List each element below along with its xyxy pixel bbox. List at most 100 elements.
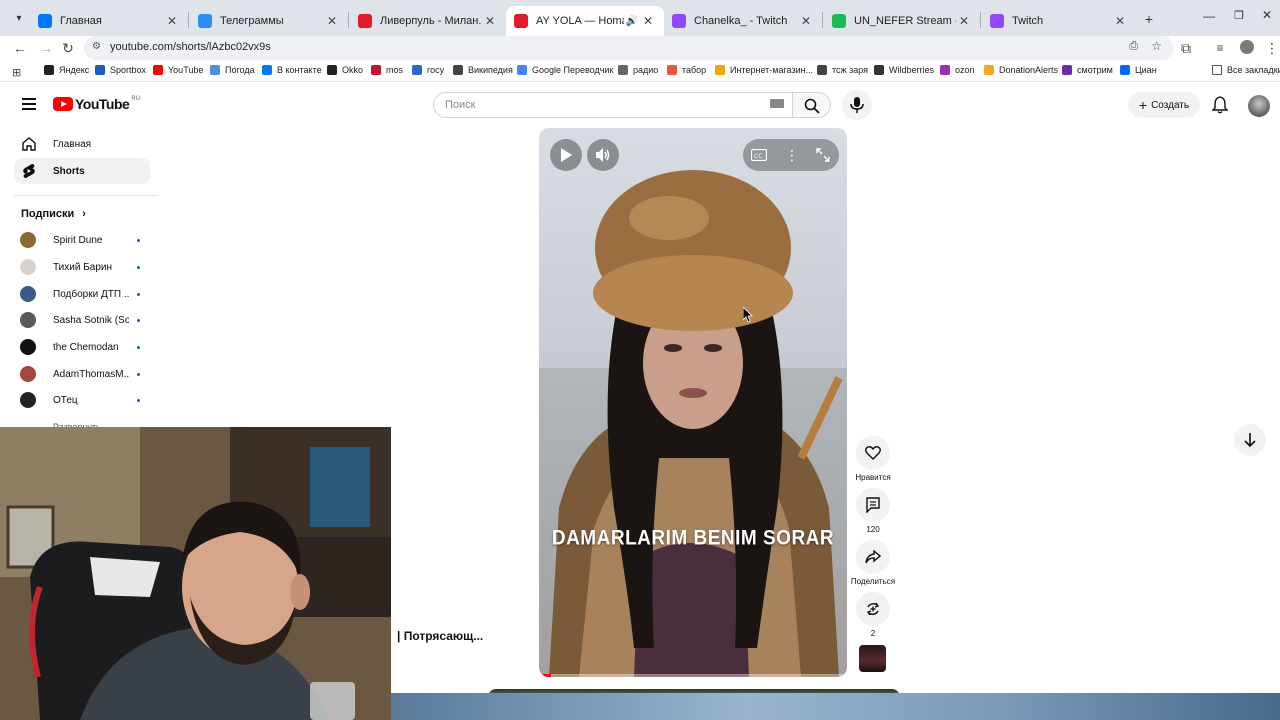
bookmark-item[interactable]: Википедия [453,65,513,75]
okko-icon [327,65,337,75]
bookmark-item[interactable]: Яндекс [44,65,89,75]
bookmark-item[interactable]: госу [412,65,444,75]
new-tab-button[interactable]: + [1140,10,1158,28]
voice-search-button[interactable] [842,90,872,120]
bookmark-item[interactable]: ozon [940,65,975,75]
close-icon[interactable]: ✕ [1112,14,1128,28]
bookmark-item[interactable]: Интернет-магазин... [715,65,813,75]
subscription-item[interactable]: Sasha Sotnik (So... [20,308,144,332]
fullscreen-button[interactable] [816,148,830,167]
address-bar[interactable]: ⚙ youtube.com/shorts/lAzbc02vx9s ⎙ ☆ [84,36,1174,60]
tab-telegram[interactable]: Телеграммы ✕ [190,6,348,36]
tab-un-nefer[interactable]: UN_NEFER Stream - Watch Live ✕ [824,6,980,36]
bookmark-item[interactable]: Циан [1120,65,1157,75]
twitch-icon [990,14,1004,28]
bookmark-item[interactable]: Google Переводчик [517,65,613,75]
volume-icon [596,148,610,162]
close-icon[interactable]: ✕ [798,14,814,28]
close-icon[interactable]: ✕ [956,14,972,28]
restore-button[interactable]: ❐ [1230,9,1248,22]
wikipedia-icon [453,65,463,75]
subscription-item[interactable]: the Chemodan [20,335,144,359]
bookmark-item[interactable]: Sportbox [95,65,146,75]
google-translate-icon [517,65,527,75]
mos-icon [371,65,381,75]
more-options-button[interactable]: ⋮ [785,147,799,164]
subscription-item[interactable]: Подборки ДТП ... [20,282,144,306]
bookmark-item[interactable]: Погода [210,65,255,75]
play-button[interactable] [550,139,582,171]
forward-button[interactable]: → [36,38,56,58]
install-app-icon[interactable]: ⎙ [1129,40,1138,53]
comments-count: 120 [866,525,880,534]
bookmark-item[interactable]: YouTube [153,65,203,75]
remix-count: 2 [870,629,876,638]
microphone-icon [850,97,864,113]
sidebar-item-shorts[interactable]: Shorts [14,158,150,184]
media-control-icon[interactable]: ≡ [1210,38,1230,58]
tab-chanelka-twitch[interactable]: Chanelka_ - Twitch ✕ [664,6,822,36]
reload-button[interactable]: ↻ [58,38,78,58]
site-info-icon[interactable]: ⚙ [92,41,101,52]
like-button[interactable] [856,436,890,470]
remix-icon [866,602,880,616]
hamburger-menu-icon[interactable] [22,97,36,111]
webcam-overlay [0,427,391,720]
volume-button[interactable] [587,139,619,171]
comments-button[interactable] [856,488,890,522]
bookmark-item[interactable]: тсж заря [817,65,868,75]
tab-search-button[interactable]: ▾ [10,10,28,28]
notifications-bell-icon[interactable] [1212,96,1228,114]
progress-bar[interactable] [539,674,847,677]
bookmark-item[interactable]: радио [618,65,658,75]
vk-icon [262,65,272,75]
tab-vk[interactable]: Главная ✕ [30,6,188,36]
youtube-logo[interactable]: YouTube RU [53,96,140,112]
bookmark-item[interactable]: mos [371,65,403,75]
keyboard-icon[interactable] [770,99,784,108]
bookmark-star-icon[interactable]: ☆ [1151,39,1162,53]
bookmark-item[interactable]: DonationAlerts [984,65,1058,75]
bookmark-item[interactable]: В контакте [262,65,322,75]
back-button[interactable]: ← [10,38,30,58]
audio-icon[interactable]: 🔊 [624,16,640,27]
close-icon[interactable]: ✕ [640,14,656,28]
search-button[interactable] [793,92,831,118]
video-caption: DAMARLARIM BENIM SORAR [551,526,835,550]
browser-menu-icon[interactable]: ⋮ [1262,38,1280,58]
profile-avatar[interactable] [1240,40,1254,54]
captions-button[interactable]: CC [750,148,768,166]
create-button[interactable]: + Создать [1128,92,1200,118]
video-frame-figure [539,170,847,677]
minimize-button[interactable]: — [1200,9,1218,23]
sidebar-item-home[interactable]: Главная [14,131,150,157]
short-video-player[interactable]: CC ⋮ DAMARLARIM BENIM SORAR [539,128,847,677]
bookmark-item[interactable]: табор [667,65,706,75]
youtube-header: YouTube RU Поиск + Создать [0,84,1280,128]
apps-icon[interactable]: ⊞ [12,66,21,79]
tab-ay-yola[interactable]: AY YOLA — Homay (Türkçe) 🔊 ✕ [506,6,664,36]
subscriptions-header[interactable]: Подписки › [21,208,86,220]
bookmark-item[interactable]: Okko [327,65,363,75]
tab-twitch[interactable]: Twitch ✕ [982,6,1136,36]
tab-liverpool-milan[interactable]: Ливерпуль - Милан. Повтор ✕ [350,6,506,36]
subscription-item[interactable]: AdamThomasM... [20,362,144,386]
subscription-item[interactable]: ОТец [20,388,144,412]
close-icon[interactable]: ✕ [482,14,498,28]
bookmark-item[interactable]: смотрим [1062,65,1113,75]
subscription-item[interactable]: Spirit Dune [20,228,144,252]
bookmark-item[interactable]: Wildberries [874,65,934,75]
remix-button[interactable] [856,592,890,626]
all-bookmarks-folder[interactable]: Все закладки [1212,65,1280,75]
share-button[interactable] [856,540,890,574]
subscription-item[interactable]: Тихий Барин [20,255,144,279]
window-close-button[interactable]: ✕ [1258,8,1276,22]
close-icon[interactable]: ✕ [324,14,340,28]
search-input[interactable]: Поиск [433,92,793,118]
account-avatar[interactable] [1248,95,1270,117]
close-icon[interactable]: ✕ [164,14,180,28]
extensions-icon[interactable]: ⧉ [1176,38,1196,58]
share-icon [865,550,881,564]
sound-thumbnail[interactable] [859,645,886,672]
next-video-button[interactable] [1234,424,1266,456]
